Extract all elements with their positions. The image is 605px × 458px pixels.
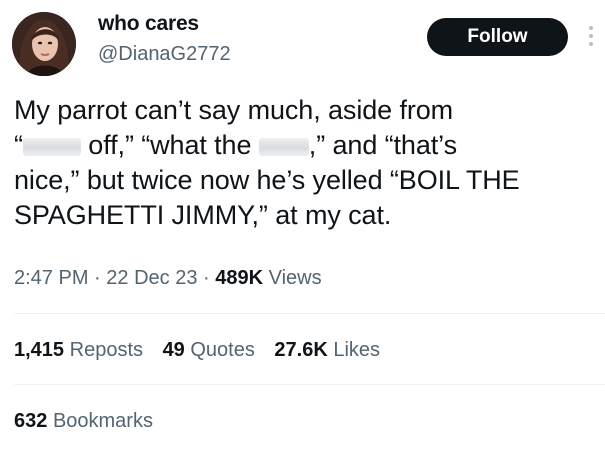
divider xyxy=(14,384,605,385)
engagement-stats: 1,415 Reposts 49 Quotes 27.6K Likes xyxy=(14,339,394,362)
tweet-date[interactable]: 22 Dec 23 xyxy=(106,267,197,289)
reposts-label: Reposts xyxy=(69,339,143,361)
tweet-fragment: off,” “what the xyxy=(80,130,259,160)
likes-count: 27.6K xyxy=(274,339,328,361)
tweet-line: SPAGHETTI JIMMY,” at my cat. xyxy=(14,200,392,230)
bookmarks-count: 632 xyxy=(14,410,48,432)
divider xyxy=(14,313,605,314)
views-count: 489K xyxy=(215,267,264,289)
follow-button[interactable]: Follow xyxy=(427,18,568,56)
quotes-label: Quotes xyxy=(190,339,255,361)
views-label: Views xyxy=(263,267,322,289)
more-vertical-icon[interactable] xyxy=(583,22,599,50)
bookmarks-label: Bookmarks xyxy=(52,410,153,432)
tweet-line: “ off,” “what the ,” and “that’s xyxy=(14,128,599,163)
author-handle[interactable]: @DianaG2772 xyxy=(98,43,231,66)
tweet-time[interactable]: 2:47 PM xyxy=(14,267,88,289)
author-display-name[interactable]: who cares xyxy=(98,12,199,36)
meta-separator: · xyxy=(88,267,107,289)
avatar[interactable] xyxy=(12,12,76,76)
tweet-line: My parrot can’t say much, aside from xyxy=(14,95,454,125)
meta-separator: · xyxy=(197,267,216,289)
censored-word xyxy=(22,138,81,156)
tweet-fragment: “ xyxy=(14,130,23,160)
reposts-count: 1,415 xyxy=(14,339,65,361)
tweet-meta: 2:47 PM · 22 Dec 23 · 489K Views xyxy=(14,267,322,290)
likes-label: Likes xyxy=(333,339,381,361)
bookmarks-stat[interactable]: 632 Bookmarks xyxy=(14,410,153,433)
censored-word xyxy=(258,138,309,156)
tweet-fragment: ,” and “that’s xyxy=(308,130,457,160)
avatar-image xyxy=(12,12,76,76)
quotes-stat[interactable]: 49 Quotes xyxy=(163,339,255,361)
tweet-line: nice,” but twice now he’s yelled “BOIL T… xyxy=(14,165,520,195)
quotes-count: 49 xyxy=(162,339,185,361)
likes-stat[interactable]: 27.6K Likes xyxy=(274,339,380,361)
tweet-text: My parrot can’t say much, aside from “ o… xyxy=(14,93,599,233)
reposts-stat[interactable]: 1,415 Reposts xyxy=(14,339,143,361)
